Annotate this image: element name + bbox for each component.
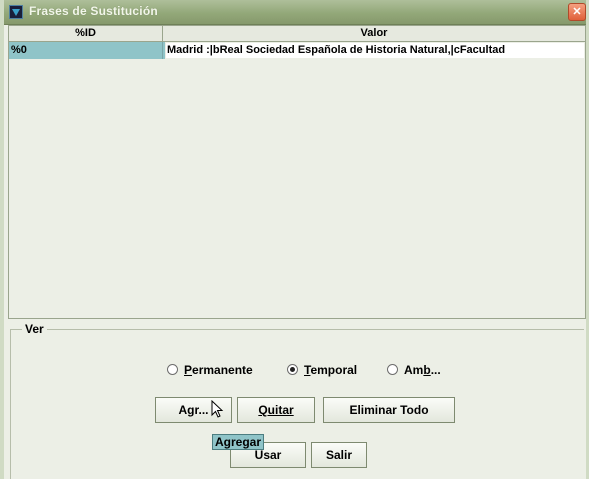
- mouse-cursor-icon: [211, 400, 224, 418]
- radio-permanente-label: Permanente: [184, 363, 253, 377]
- radio-permanente-dot[interactable]: [167, 364, 178, 375]
- table-header: %ID Valor: [9, 26, 585, 42]
- quitar-button[interactable]: Quitar: [237, 397, 315, 423]
- eliminar-todo-button-label: Eliminar Todo: [349, 403, 429, 417]
- ver-legend: Ver: [22, 322, 47, 336]
- agregar-button-label: Agr...: [178, 403, 209, 417]
- radio-ambos[interactable]: Amb...: [387, 362, 457, 378]
- cell-valor[interactable]: Madrid :|bReal Sociedad Española de Hist…: [165, 42, 585, 59]
- salir-button[interactable]: Salir: [311, 442, 367, 468]
- window-title: Frases de Sustitución: [29, 4, 158, 18]
- salir-button-label: Salir: [325, 448, 352, 462]
- radio-ambos-dot[interactable]: [387, 364, 398, 375]
- substitution-table[interactable]: %ID Valor %0 Madrid :|bReal Sociedad Esp…: [8, 25, 586, 319]
- usar-button-label: Usar: [254, 448, 282, 462]
- title-bar[interactable]: Frases de Sustitución ✕: [4, 0, 586, 25]
- radio-temporal-dot[interactable]: [287, 364, 298, 375]
- column-header-id[interactable]: %ID: [9, 26, 163, 41]
- quitar-button-label: Quitar: [258, 403, 294, 417]
- close-icon[interactable]: ✕: [568, 3, 586, 21]
- radio-temporal-label: Temporal: [304, 363, 358, 377]
- app-icon: [9, 5, 23, 19]
- frases-window: Frases de Sustitución ✕ %ID Valor %0 Mad…: [0, 0, 589, 479]
- column-header-valor[interactable]: Valor: [163, 26, 585, 41]
- column-divider: [162, 42, 163, 59]
- table-row[interactable]: %0 Madrid :|bReal Sociedad Española de H…: [9, 42, 585, 59]
- agregar-tooltip: Agregar: [212, 434, 264, 450]
- radio-permanente[interactable]: Permanente: [167, 362, 267, 378]
- radio-ambos-label: Amb...: [404, 363, 441, 377]
- eliminar-todo-button[interactable]: Eliminar Todo: [323, 397, 455, 423]
- radio-temporal[interactable]: Temporal: [287, 362, 377, 378]
- cell-id[interactable]: %0: [11, 42, 161, 59]
